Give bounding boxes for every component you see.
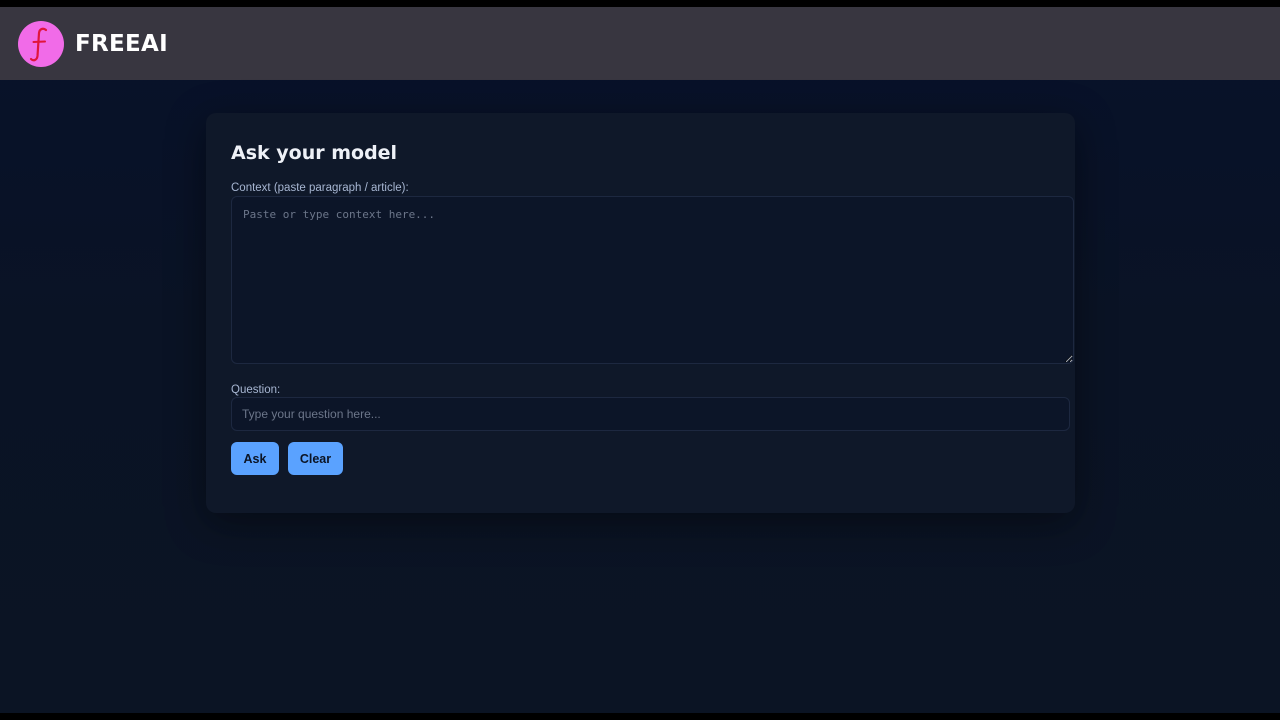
app-frame: FREEAI Ask your model Context (paste par… (0, 7, 1280, 713)
ask-button[interactable]: Ask (231, 442, 279, 475)
brand-name: FREEAI (75, 30, 169, 57)
logo-icon (18, 20, 64, 67)
top-bar: FREEAI (0, 7, 1280, 80)
clear-button[interactable]: Clear (288, 442, 343, 475)
ask-card: Ask your model Context (paste paragraph … (206, 113, 1075, 513)
question-label: Question: (231, 384, 281, 396)
question-input[interactable] (231, 397, 1070, 431)
card-title: Ask your model (231, 142, 398, 164)
logo-f-glyph-icon (29, 27, 48, 61)
context-textarea[interactable] (231, 196, 1074, 364)
context-label: Context (paste paragraph / article): (231, 182, 409, 194)
